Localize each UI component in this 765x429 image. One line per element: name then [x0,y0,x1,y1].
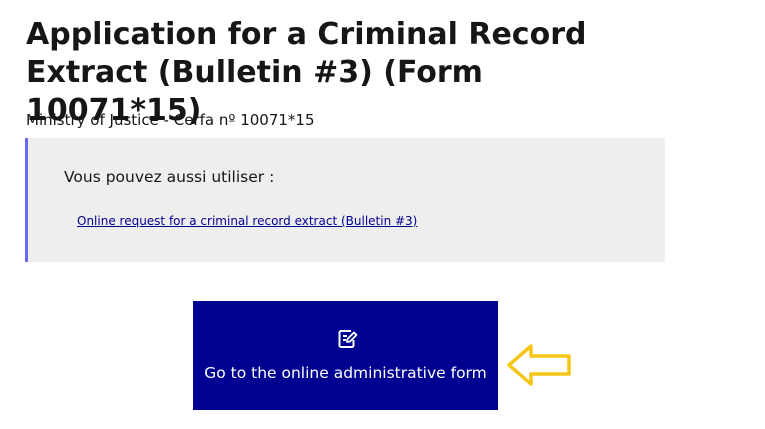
callout-title: Vous pouvez aussi utiliser : [64,168,275,186]
online-form-button-label: Go to the online administrative form [204,364,487,382]
online-request-link[interactable]: Online request for a criminal record ext… [77,213,417,229]
online-form-button[interactable]: Go to the online administrative form [193,301,498,410]
edit-form-icon [338,330,358,348]
callout-box: Vous pouvez aussi utiliser : Online requ… [25,138,665,262]
arrow-left-icon [507,344,571,386]
page-subtitle: Ministry of Justice - Cerfa nº 10071*15 [26,111,315,129]
